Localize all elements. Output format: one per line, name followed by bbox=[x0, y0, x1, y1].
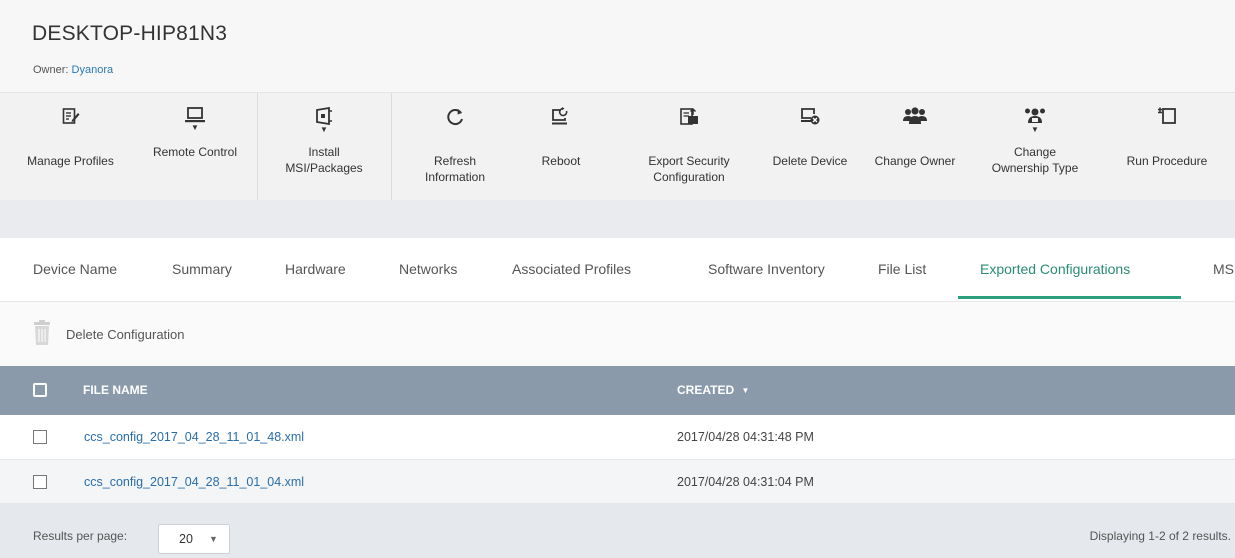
created-date: 2017/04/28 04:31:48 PM bbox=[677, 430, 814, 444]
table-row: ccs_config_2017_04_28_11_01_48.xml 2017/… bbox=[0, 415, 1235, 459]
owner-link[interactable]: Dyanora bbox=[72, 64, 114, 76]
results-per-page-value: 20 bbox=[179, 532, 193, 546]
chevron-down-icon: ▼ bbox=[191, 123, 199, 132]
tab-summary[interactable]: Summary bbox=[172, 238, 232, 302]
delete-device-icon bbox=[800, 107, 820, 143]
manage-profiles-icon bbox=[62, 107, 80, 143]
column-header-file-name[interactable]: FILE NAME bbox=[83, 366, 148, 415]
delete-device-button[interactable]: Delete Device bbox=[760, 93, 860, 201]
device-toolbar: Manage Profiles ▼ Remote Control ▼ Insta… bbox=[0, 92, 1235, 201]
tab-file-list[interactable]: File List bbox=[878, 238, 926, 302]
tab-networks[interactable]: Networks bbox=[399, 238, 457, 302]
created-date: 2017/04/28 04:31:04 PM bbox=[677, 475, 814, 489]
tab-associated-profiles[interactable]: Associated Profiles bbox=[512, 238, 631, 302]
install-package-icon: ▼ bbox=[315, 107, 333, 143]
results-per-page-select[interactable]: 20 ▼ bbox=[158, 524, 230, 554]
run-procedure-button[interactable]: Run Procedure bbox=[1112, 93, 1222, 201]
reboot-label: Reboot bbox=[541, 154, 581, 168]
chevron-down-icon: ▼ bbox=[320, 125, 328, 134]
tab-device-name[interactable]: Device Name bbox=[33, 238, 117, 302]
table-row: ccs_config_2017_04_28_11_01_04.xml 2017/… bbox=[0, 459, 1235, 503]
remote-control-button[interactable]: ▼ Remote Control bbox=[135, 93, 255, 201]
results-per-page-label: Results per page: bbox=[33, 529, 128, 543]
toolbar-divider bbox=[391, 93, 392, 201]
trash-icon[interactable] bbox=[32, 320, 52, 351]
refresh-icon bbox=[445, 107, 465, 143]
select-all-checkbox[interactable] bbox=[33, 383, 47, 397]
run-procedure-label: Run Procedure bbox=[1126, 154, 1208, 168]
results-count: Displaying 1-2 of 2 results. bbox=[1089, 529, 1231, 543]
refresh-information-button[interactable]: Refresh Information bbox=[395, 93, 515, 201]
file-name-link[interactable]: ccs_config_2017_04_28_11_01_04.xml bbox=[84, 460, 304, 504]
monitor-icon: ▼ bbox=[185, 107, 205, 143]
users-icon bbox=[903, 107, 927, 143]
toolbar-spacer bbox=[0, 200, 1235, 238]
column-header-created[interactable]: CREATED ▼ bbox=[677, 366, 749, 415]
chevron-down-icon: ▼ bbox=[1031, 125, 1039, 134]
tab-msi[interactable]: MSI bbox=[1213, 238, 1235, 302]
file-name-link[interactable]: ccs_config_2017_04_28_11_01_48.xml bbox=[84, 415, 304, 459]
run-procedure-icon bbox=[1157, 107, 1177, 143]
column-header-created-label: CREATED bbox=[677, 383, 735, 397]
owner-line: Owner: Dyanora bbox=[33, 64, 113, 76]
manage-profiles-label: Manage Profiles bbox=[27, 154, 114, 168]
tab-software-inventory[interactable]: Software Inventory bbox=[708, 238, 825, 302]
change-owner-label: Change Owner bbox=[874, 154, 956, 168]
row-checkbox[interactable] bbox=[33, 430, 47, 444]
delete-configuration-button[interactable]: Delete Configuration bbox=[66, 327, 185, 342]
manage-profiles-button[interactable]: Manage Profiles bbox=[8, 93, 133, 201]
device-tabs: Device Name Summary Hardware Networks As… bbox=[0, 238, 1235, 302]
device-name-title: DESKTOP-HIP81N3 bbox=[32, 22, 228, 45]
change-ownership-type-label: Change Ownership Type bbox=[991, 145, 1079, 175]
tab-hardware[interactable]: Hardware bbox=[285, 238, 346, 302]
table-header: FILE NAME CREATED ▼ bbox=[0, 366, 1235, 415]
remote-control-label: Remote Control bbox=[152, 145, 238, 159]
change-owner-button[interactable]: Change Owner bbox=[865, 93, 965, 201]
export-security-configuration-button[interactable]: Export Security Configuration bbox=[630, 93, 748, 201]
install-packages-label: Install MSI/Packages bbox=[285, 145, 363, 175]
export-security-configuration-label: Export Security Configuration bbox=[648, 154, 730, 184]
device-header: DESKTOP-HIP81N3 Owner: Dyanora bbox=[0, 0, 1235, 92]
row-checkbox[interactable] bbox=[33, 475, 47, 489]
change-ownership-type-button[interactable]: ▼ Change Ownership Type bbox=[980, 93, 1090, 201]
install-packages-button[interactable]: ▼ Install MSI/Packages bbox=[258, 93, 390, 201]
owner-label: Owner: bbox=[33, 64, 69, 76]
action-bar bbox=[0, 302, 1235, 366]
ownership-type-icon: ▼ bbox=[1024, 107, 1046, 143]
tab-exported-configurations[interactable]: Exported Configurations bbox=[980, 238, 1130, 302]
sort-desc-icon: ▼ bbox=[741, 386, 750, 396]
delete-device-label: Delete Device bbox=[772, 154, 848, 168]
pagination-footer: Results per page: 20 ▼ Displaying 1-2 of… bbox=[0, 503, 1235, 558]
reboot-icon bbox=[551, 107, 571, 143]
reboot-button[interactable]: Reboot bbox=[520, 93, 602, 201]
active-tab-indicator bbox=[958, 296, 1181, 299]
chevron-down-icon: ▼ bbox=[209, 534, 218, 544]
refresh-information-label: Refresh Information bbox=[424, 154, 486, 184]
export-config-icon bbox=[679, 107, 699, 143]
